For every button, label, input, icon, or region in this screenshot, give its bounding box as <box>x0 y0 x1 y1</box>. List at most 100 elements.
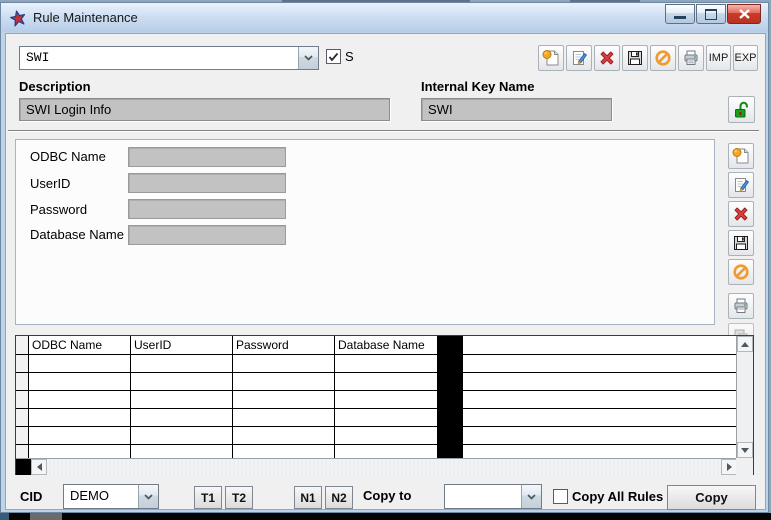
database-name-input[interactable] <box>128 225 286 245</box>
database-name-label: Database Name <box>30 227 124 242</box>
arrow-right-icon <box>727 463 732 471</box>
s-checkbox[interactable]: S <box>326 49 354 64</box>
side-edit-button[interactable] <box>728 172 754 198</box>
grid-cell[interactable] <box>29 427 131 444</box>
window-controls <box>665 4 761 24</box>
userid-input[interactable] <box>128 173 286 193</box>
redaction-block <box>437 336 463 458</box>
grid-cell[interactable] <box>233 373 335 390</box>
scrollbar-corner <box>736 458 753 475</box>
close-button[interactable] <box>727 4 761 24</box>
description-label: Description <box>19 79 91 94</box>
scroll-up-button[interactable] <box>737 336 753 352</box>
scroll-right-button[interactable] <box>721 459 737 475</box>
rule-select-value: SWI <box>20 47 298 69</box>
side-cancel-button[interactable] <box>728 259 754 285</box>
row-selector-cell[interactable] <box>16 373 29 390</box>
odbc-name-input[interactable] <box>128 147 286 167</box>
grid-cell[interactable] <box>131 409 233 426</box>
arrow-down-icon <box>741 448 749 453</box>
row-selector-cell[interactable] <box>16 355 29 372</box>
grid-cell-filler <box>462 427 753 444</box>
grid-cell[interactable] <box>29 409 131 426</box>
grid-cell-filler <box>462 391 753 408</box>
cancel-no-icon <box>654 49 672 67</box>
grid-cell[interactable] <box>233 355 335 372</box>
scrollbar-track[interactable] <box>47 459 721 475</box>
side-save-button[interactable] <box>728 230 754 256</box>
new-document-icon <box>732 147 750 165</box>
client-area: SWI S <box>5 33 766 510</box>
app-star-icon <box>9 8 28 27</box>
grid-cell-filler <box>462 409 753 426</box>
cancel-no-icon <box>732 263 750 281</box>
t2-button[interactable]: T2 <box>225 486 253 509</box>
maximize-button[interactable] <box>696 4 726 24</box>
print-button[interactable] <box>678 45 704 71</box>
row-selector-cell[interactable] <box>16 391 29 408</box>
rule-maintenance-window: Rule Maintenance SWI <box>0 2 769 513</box>
new-button[interactable] <box>538 45 564 71</box>
t1-button[interactable]: T1 <box>194 486 222 509</box>
row-selector-cell[interactable] <box>16 409 29 426</box>
grid-cell[interactable] <box>233 391 335 408</box>
scroll-down-button[interactable] <box>737 442 753 458</box>
description-field[interactable]: SWI Login Info <box>19 98 390 121</box>
grid-row[interactable] <box>16 409 753 427</box>
top-toolbar: IMP EXP <box>538 45 758 71</box>
redaction-block <box>16 459 31 475</box>
import-button[interactable]: IMP <box>706 45 731 71</box>
side-delete-button[interactable] <box>728 201 754 227</box>
delete-button[interactable] <box>594 45 620 71</box>
grid-cell[interactable] <box>131 355 233 372</box>
export-button[interactable]: EXP <box>733 45 758 71</box>
grid-row[interactable] <box>16 391 753 409</box>
grid-cell[interactable] <box>233 427 335 444</box>
cid-label: CID <box>20 489 42 504</box>
copy-button[interactable]: Copy <box>667 485 756 510</box>
userid-label: UserID <box>30 176 70 191</box>
grid-cell[interactable] <box>233 409 335 426</box>
internal-key-name-field[interactable]: SWI <box>421 98 612 121</box>
save-button[interactable] <box>622 45 648 71</box>
grid-cell[interactable] <box>131 427 233 444</box>
grid-row[interactable] <box>16 373 753 391</box>
rule-select-dropdown-button[interactable] <box>298 47 318 69</box>
grid-header-odbc-name: ODBC Name <box>29 336 131 354</box>
grid-row[interactable] <box>16 427 753 445</box>
arrow-up-icon <box>741 342 749 347</box>
grid-cell[interactable] <box>29 355 131 372</box>
grid-horizontal-scrollbar[interactable] <box>16 458 737 475</box>
grid-row[interactable] <box>16 355 753 373</box>
minimize-button[interactable] <box>665 4 695 24</box>
grid-cell[interactable] <box>131 373 233 390</box>
taskbar-fragment <box>0 513 9 520</box>
copy-to-combobox[interactable] <box>444 484 542 509</box>
chevron-down-icon <box>527 494 536 500</box>
print-icon <box>732 297 750 315</box>
grid-header-filler <box>462 336 753 354</box>
scroll-left-button[interactable] <box>31 459 47 475</box>
copy-all-rules-checkbox[interactable]: Copy All Rules <box>553 489 663 504</box>
cid-combobox[interactable]: DEMO <box>63 484 159 509</box>
window-title: Rule Maintenance <box>33 10 138 25</box>
row-selector-cell[interactable] <box>16 427 29 444</box>
password-input[interactable] <box>128 199 286 219</box>
edit-button[interactable] <box>566 45 592 71</box>
save-floppy-icon <box>626 49 644 67</box>
minimize-icon <box>674 16 686 19</box>
rule-select-combobox[interactable]: SWI <box>19 46 319 70</box>
n2-button[interactable]: N2 <box>325 486 353 509</box>
copy-to-dropdown-button[interactable] <box>521 485 541 508</box>
side-print-button[interactable] <box>728 293 754 319</box>
grid-vertical-scrollbar[interactable] <box>736 336 753 458</box>
n1-button[interactable]: N1 <box>294 486 322 509</box>
maximize-icon <box>705 9 717 20</box>
grid-cell[interactable] <box>131 391 233 408</box>
grid-cell[interactable] <box>29 373 131 390</box>
unlock-button[interactable] <box>728 96 755 123</box>
cancel-button[interactable] <box>650 45 676 71</box>
cid-dropdown-button[interactable] <box>138 485 158 508</box>
grid-cell[interactable] <box>29 391 131 408</box>
side-new-button[interactable] <box>728 143 754 169</box>
